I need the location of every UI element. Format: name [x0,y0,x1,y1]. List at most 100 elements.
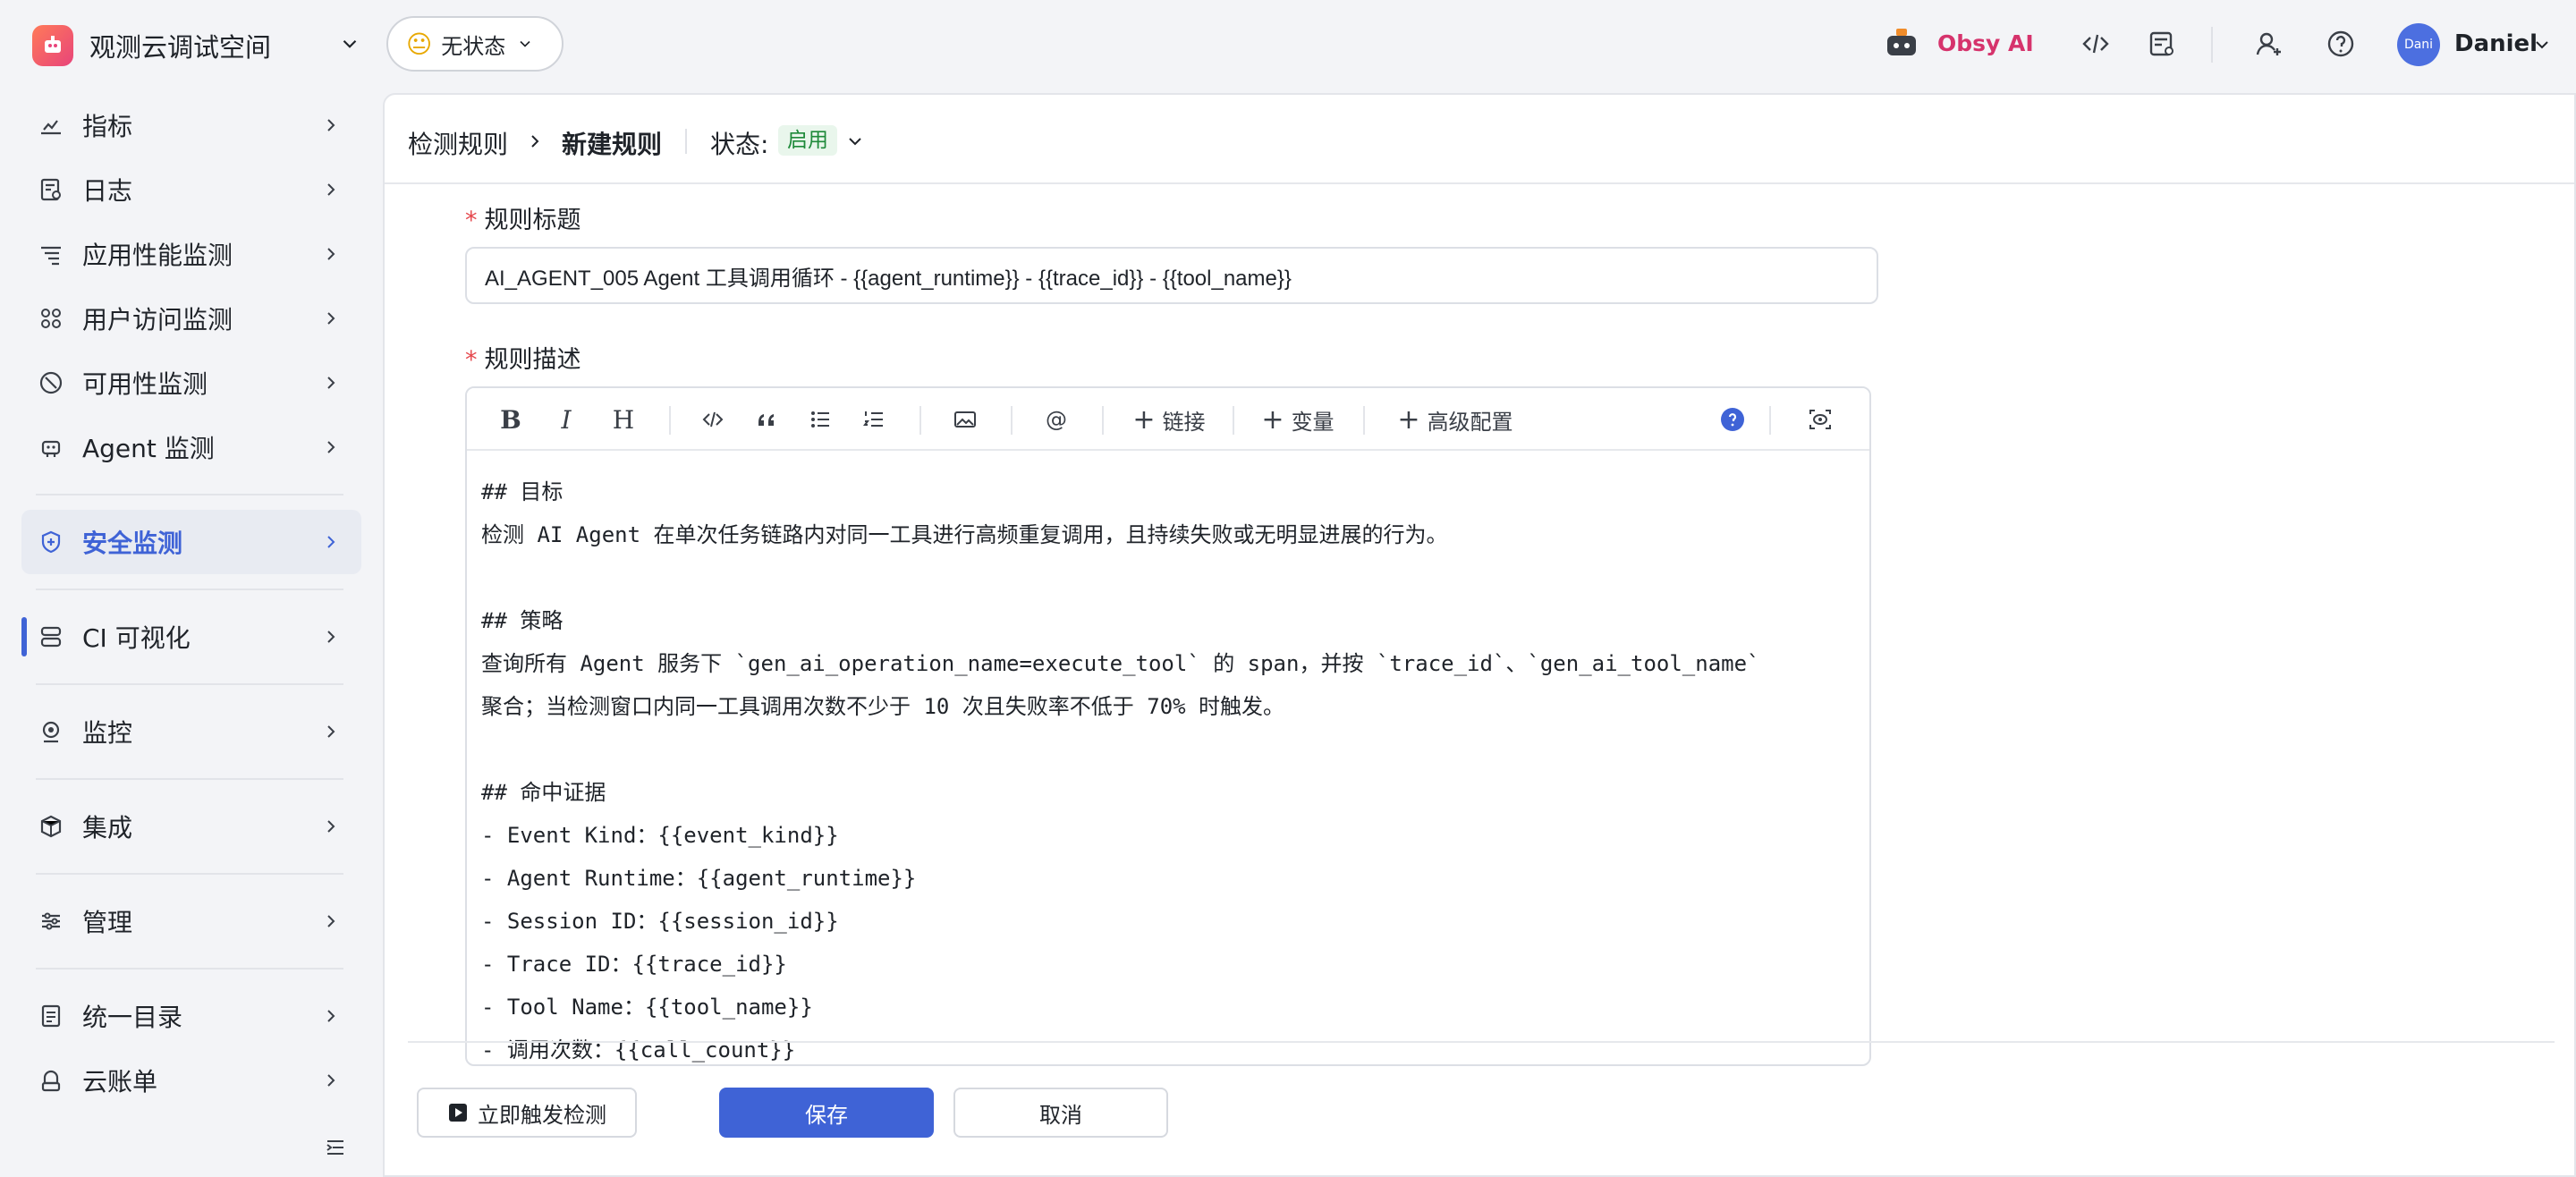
sidebar-item-metrics[interactable]: 指标 [21,93,361,157]
divider [669,406,671,435]
shield-icon [41,530,61,554]
content-line: - Tool Name：{{tool_name}} [481,995,813,1020]
content-line: - Event Kind：{{event_kind}} [481,823,839,848]
bold-button[interactable]: B [497,404,524,435]
trigger-detection-label: 立即触发检测 [478,1103,606,1128]
chevron-right-icon [327,119,335,131]
quote-button[interactable] [751,404,782,435]
robot-icon [41,440,61,457]
workspace-name[interactable]: 观测云调试空间 [89,27,271,64]
sidebar-item-monitor[interactable]: 监控 [21,699,361,764]
chevron-right-icon [327,725,335,738]
divider [36,683,343,685]
insert-link-button[interactable]: + 链接 [1129,404,1209,436]
divider [36,873,343,875]
ordered-list-button[interactable] [859,404,889,435]
sidebar-item-rum[interactable]: 用户访问监测 [21,286,361,351]
preview-icon [1809,410,1831,429]
sidebar-item-billing[interactable]: 云账单 [21,1048,361,1113]
plus-icon: + [1397,403,1420,436]
document-settings-icon[interactable] [2145,27,2179,61]
image-button[interactable] [950,404,980,435]
sidebar-item-logs[interactable]: 日志 [21,157,361,222]
content-line: - Session ID：{{session_id}} [481,909,839,934]
preview-button[interactable] [1805,404,1835,435]
divider [36,778,343,780]
editor-content[interactable]: ## 目标 检测 AI Agent 在单次任务链路内对同一工具进行高频重复调用，… [467,453,1869,1064]
bullet-list-button[interactable] [805,404,835,435]
chevron-right-icon [327,183,335,196]
chevron-down-icon[interactable] [2531,34,2553,55]
cube-icon [40,815,62,838]
divider [1102,406,1104,435]
sidebar-item-apm[interactable]: 应用性能监测 [21,222,361,286]
plus-icon: + [1261,403,1284,436]
obsy-ai-link[interactable]: Obsy AI [1937,30,2034,56]
code-icon[interactable] [2079,27,2113,61]
breadcrumb-current: 新建规则 [562,130,663,159]
italic-button[interactable]: I [553,404,580,435]
content-line: - Agent Runtime：{{agent_runtime}} [481,866,917,891]
sidebar-item-label: 统一目录 [82,1003,183,1032]
add-user-icon[interactable] [2252,27,2286,61]
sidebar-item-synthetics[interactable]: 可用性监测 [21,351,361,415]
chevron-right-icon [327,631,335,643]
divider [2211,27,2213,63]
advanced-config-button[interactable]: + 高级配置 [1388,403,1522,436]
sidebar-item-label: 云账单 [82,1067,158,1097]
chevron-right-icon [327,536,335,548]
user-name[interactable]: Daniel [2454,30,2538,57]
insert-variable-button[interactable]: + 变量 [1258,403,1338,436]
rule-title-input[interactable] [465,247,1878,304]
help-icon[interactable] [1719,406,1746,433]
chevron-right-icon [327,312,335,325]
main-panel: 检测规则 新建规则 状态: 启用 *规则标题 *规则描述 B I H @ +链接… [383,93,2576,1177]
rich-text-editor[interactable]: B I H @ + 链接 + 变量 + 高级配置 ## 目标 检测 AI Agent … [465,386,1871,1066]
sidebar-item-integration[interactable]: 集成 [21,794,361,859]
divider [36,494,343,495]
camera-icon [42,721,60,743]
required-marker: * [465,207,478,234]
sidebar-item-security[interactable]: 安全监测 [21,510,361,574]
chevron-down-icon[interactable] [844,131,866,152]
sidebar-item-ci[interactable]: CI 可视化 [21,605,361,669]
divider [1233,406,1234,435]
content-line: 检测 AI Agent 在单次任务链路内对同一工具进行高频重复调用，且持续失败或… [481,522,1448,547]
sidebar-item-label: Agent 监测 [82,434,215,463]
sliders-icon [42,912,60,930]
code-button[interactable] [698,404,728,435]
sidebar-item-label: 用户访问监测 [82,305,233,334]
save-button[interactable]: 保存 [719,1088,934,1138]
state-badge[interactable]: 启用 [778,125,837,156]
sidebar: 指标 日志 应用性能监测 用户访问监测 可用性监测 Agent 监测 安全监测 … [0,89,376,1177]
sidebar-item-catalog[interactable]: 统一目录 [21,984,361,1048]
cancel-button[interactable]: 取消 [953,1088,1168,1138]
ai-robot-icon[interactable] [1884,25,1919,61]
status-label: 无状态 [441,33,506,59]
help-icon[interactable] [2324,27,2358,61]
divider [1769,406,1771,435]
chart-icon [41,120,61,135]
sidebar-item-label: 管理 [82,908,133,937]
advanced-config-label: 高级配置 [1427,409,1513,435]
collapse-sidebar-icon[interactable] [322,1134,349,1161]
mention-button[interactable]: @ [1041,404,1072,435]
status-selector[interactable]: 😐 无状态 [386,16,564,72]
heading-button[interactable]: H [608,404,639,435]
workspace-logo-icon[interactable] [32,25,73,66]
breadcrumb-parent[interactable]: 检测规则 [408,125,508,161]
chevron-right-icon [327,1074,335,1087]
content-line: - 调用次数：{{call_count}} [481,1037,796,1063]
avatar[interactable]: Dani [2397,23,2440,66]
trigger-detection-button[interactable]: 立即触发检测 [417,1088,637,1138]
sidebar-item-agent[interactable]: Agent 监测 [21,415,361,479]
divider [685,129,687,154]
content-line [481,556,1855,599]
sidebar-item-management[interactable]: 管理 [21,889,361,953]
editor-toolbar: B I H @ + 链接 + 变量 + 高级配置 [467,388,1869,451]
chevron-down-icon[interactable] [338,32,361,55]
insert-link-label: 链接 [1162,409,1206,435]
sidebar-item-label: 监控 [82,718,133,748]
desc-field-label: * 规则描述 [465,340,581,375]
sidebar-item-label: CI 可视化 [82,623,191,653]
